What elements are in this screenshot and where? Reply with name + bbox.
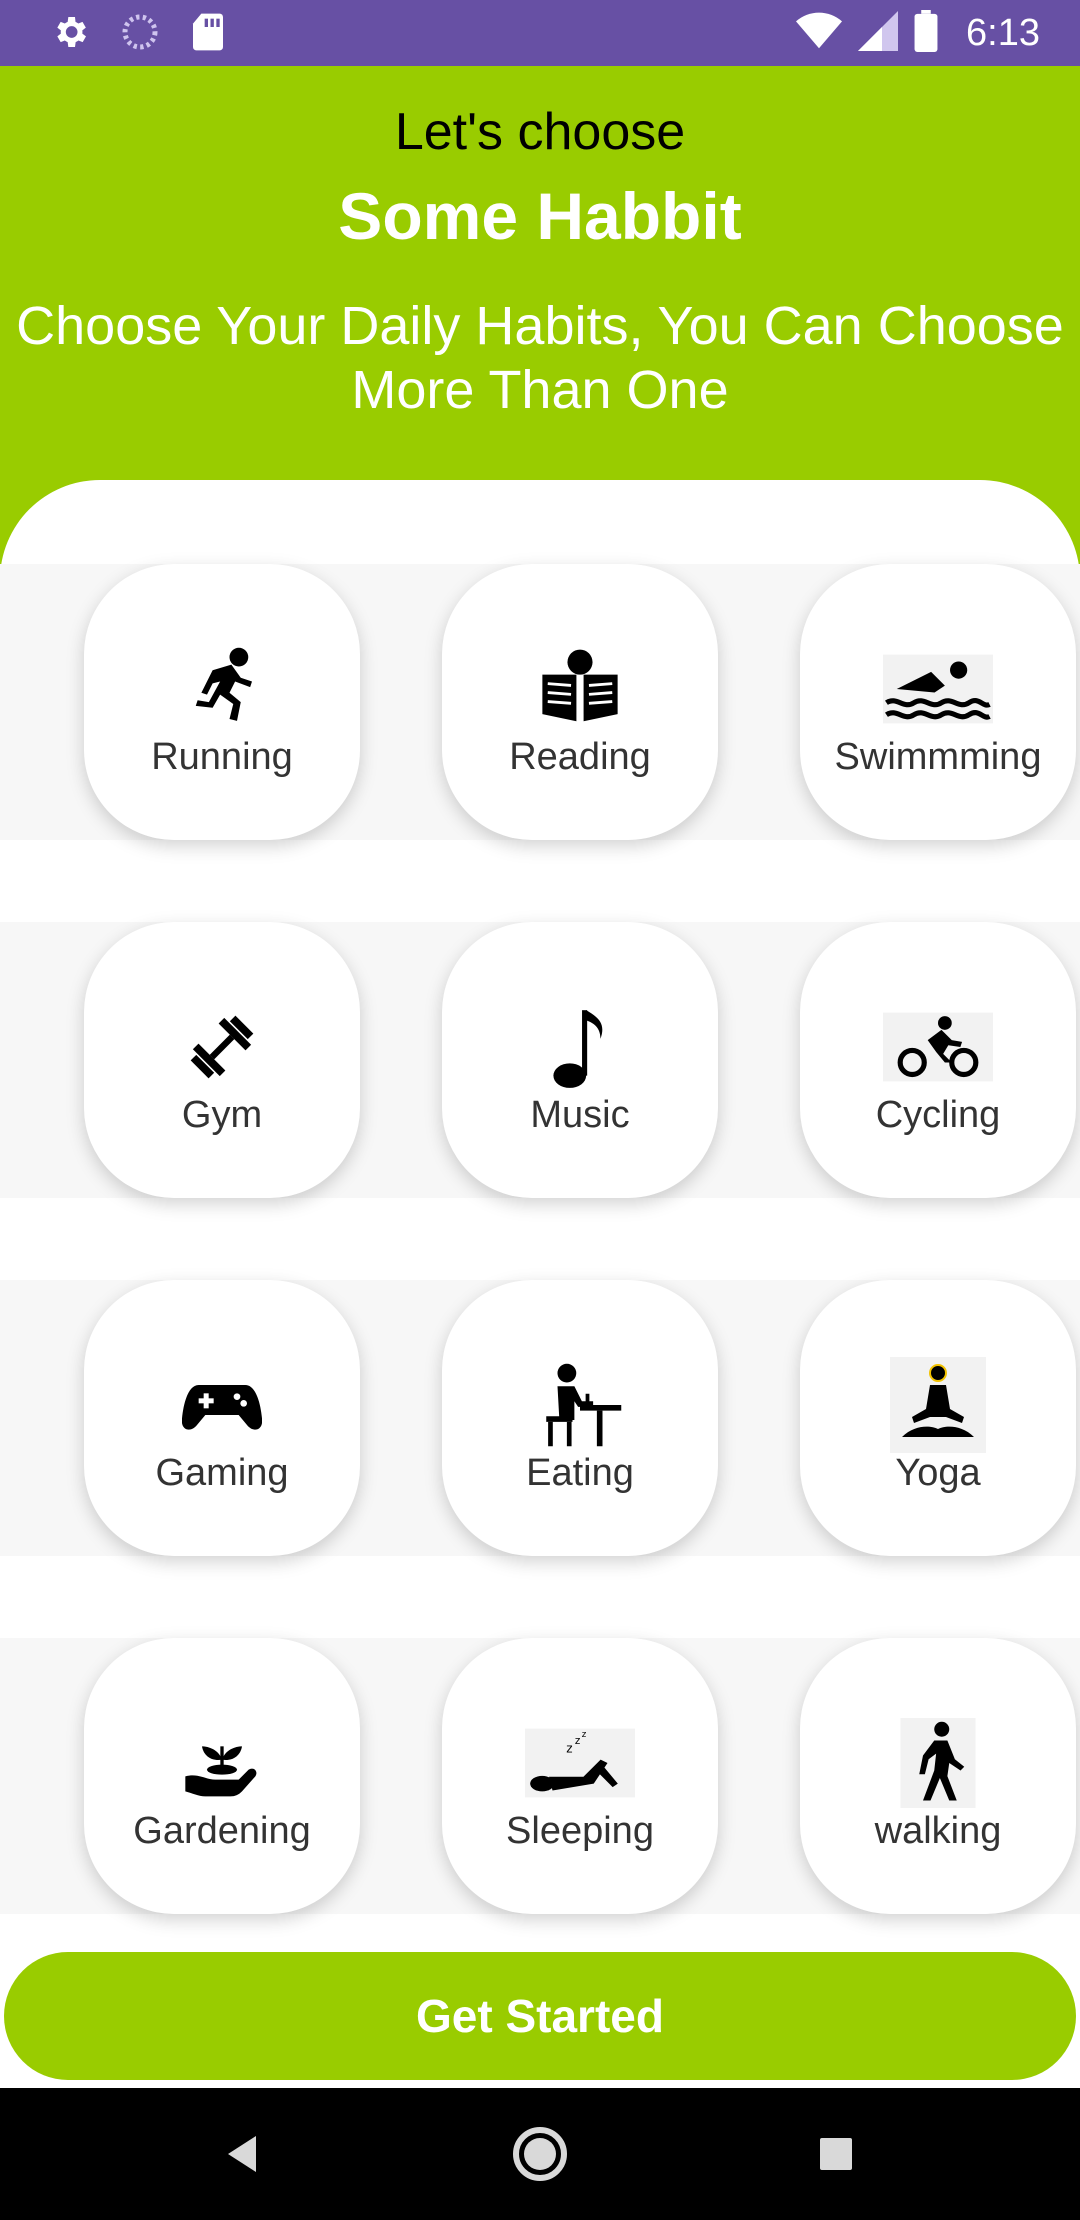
habit-card-eating[interactable]: Eating xyxy=(442,1280,718,1556)
music-note-icon xyxy=(525,1002,635,1092)
habit-label: Running xyxy=(151,735,293,778)
habit-card-gym[interactable]: Gym xyxy=(84,922,360,1198)
yoga-icon xyxy=(883,1356,993,1453)
walking-icon xyxy=(883,1717,993,1808)
habit-card-music[interactable]: Music xyxy=(442,922,718,1198)
cycling-icon xyxy=(883,1002,993,1092)
gardening-icon xyxy=(167,1718,277,1808)
habit-row: Gardening zzz Sleeping walking xyxy=(0,1638,1080,1914)
dumbbell-icon xyxy=(167,1002,277,1092)
sleeping-icon: zzz xyxy=(525,1718,635,1808)
running-icon xyxy=(167,644,277,734)
habit-card-reading[interactable]: Reading xyxy=(442,564,718,840)
header-greeting: Let's choose xyxy=(394,103,686,161)
habit-card-cycling[interactable]: Cycling xyxy=(800,922,1076,1198)
status-bar: 6:13 xyxy=(0,0,1080,66)
habit-label: Gaming xyxy=(155,1451,289,1494)
svg-text:z: z xyxy=(575,1735,580,1747)
swimming-icon xyxy=(883,644,993,734)
signal-icon xyxy=(858,11,899,56)
habit-card-gaming[interactable]: Gaming xyxy=(84,1280,360,1556)
habit-label: Reading xyxy=(509,735,651,778)
reading-icon xyxy=(525,644,635,734)
settings-icon xyxy=(50,12,90,57)
habit-card-sleeping[interactable]: zzz Sleeping xyxy=(442,1638,718,1914)
battery-icon xyxy=(914,10,938,57)
home-icon[interactable] xyxy=(508,2122,572,2186)
get-started-button[interactable]: Get Started xyxy=(4,1952,1076,2080)
habit-label: Eating xyxy=(526,1451,634,1494)
habit-label: Swimmming xyxy=(834,735,1042,778)
gamepad-icon xyxy=(167,1360,277,1450)
habit-label: Gardening xyxy=(133,1809,311,1852)
header-subtitle: Choose Your Daily Habits, You Can Choose… xyxy=(16,296,1064,420)
habit-label: Sleeping xyxy=(506,1809,654,1852)
back-icon[interactable] xyxy=(212,2122,276,2186)
habit-card-swimming[interactable]: Swimmming xyxy=(800,564,1076,840)
status-time: 6:13 xyxy=(966,12,1040,54)
habit-label: Cycling xyxy=(875,1093,1001,1136)
eating-icon xyxy=(525,1360,635,1450)
habit-label: walking xyxy=(874,1809,1002,1852)
habit-card-running[interactable]: Running xyxy=(84,564,360,840)
recents-icon[interactable] xyxy=(804,2122,868,2186)
habit-row: Running Reading Swimmming xyxy=(0,564,1080,840)
habit-label: Music xyxy=(530,1093,630,1136)
habit-card-yoga[interactable]: Yoga xyxy=(800,1280,1076,1556)
page-title: Some Habbit xyxy=(338,179,742,253)
loading-icon xyxy=(120,12,160,57)
svg-text:z: z xyxy=(566,1741,572,1755)
habit-label: Yoga xyxy=(895,1451,981,1494)
sd-card-icon xyxy=(190,12,226,57)
habit-row: Gaming Eating Yoga xyxy=(0,1280,1080,1556)
habit-label: Gym xyxy=(181,1093,263,1136)
svg-text:z: z xyxy=(582,1730,587,1740)
habit-card-walking[interactable]: walking xyxy=(800,1638,1076,1914)
navigation-bar xyxy=(0,2088,1080,2220)
habit-card-gardening[interactable]: Gardening xyxy=(84,1638,360,1914)
habit-row: Gym Music Cycling xyxy=(0,922,1080,1198)
wifi-icon xyxy=(796,11,843,56)
